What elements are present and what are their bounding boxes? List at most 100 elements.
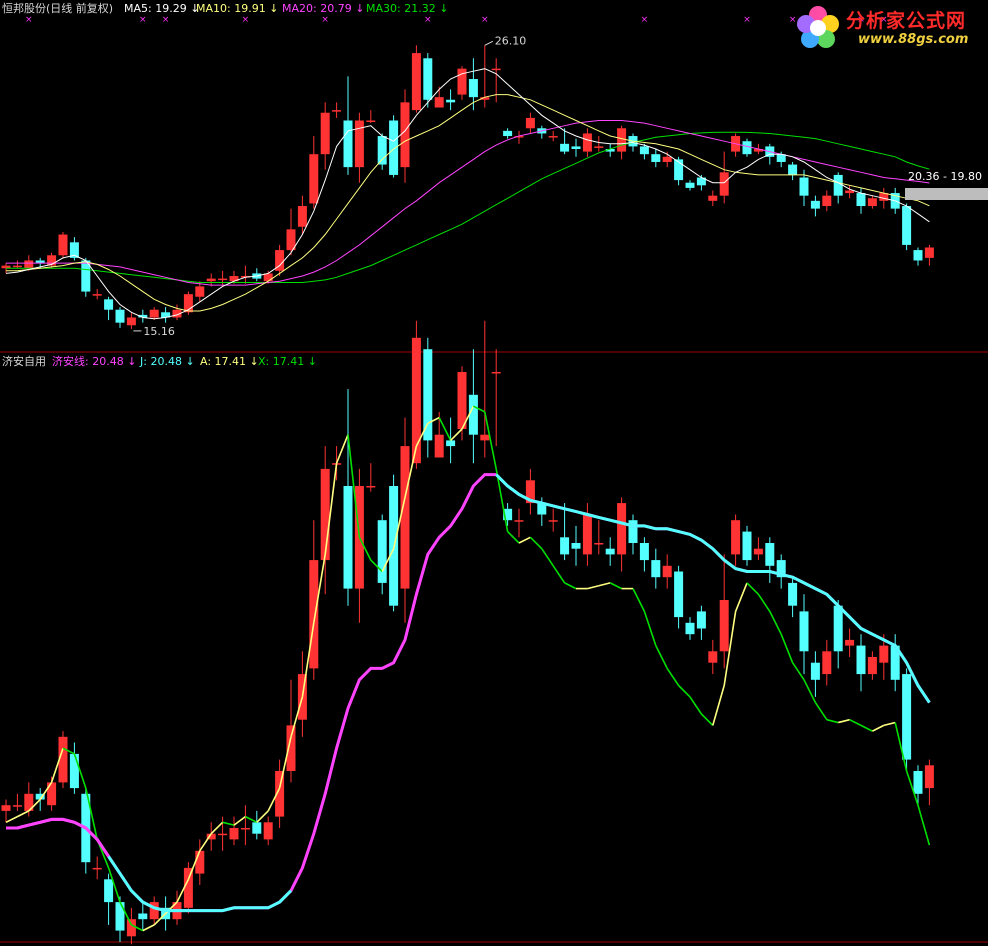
ax-line-segment xyxy=(883,721,896,727)
bottom-candle xyxy=(822,651,832,675)
top-candle xyxy=(446,99,456,103)
top-candle xyxy=(833,174,843,196)
bottom-candle xyxy=(617,503,627,555)
bottom-candle xyxy=(457,372,467,429)
ax-line-segment xyxy=(791,662,805,681)
top-candle xyxy=(708,195,718,201)
top-candle xyxy=(411,53,421,111)
bottom-candle xyxy=(229,828,239,840)
top-candle xyxy=(491,68,501,71)
bottom-candle xyxy=(12,805,22,807)
ax-line-segment xyxy=(860,724,873,732)
legend-x: X: 17.41 ↓ xyxy=(258,355,317,368)
ax-line-segment xyxy=(587,584,599,590)
bottom-candle xyxy=(731,520,741,555)
legend-ma10-name: MA10 xyxy=(196,2,227,15)
ax-line-segment xyxy=(541,548,554,567)
legend-ma20-value: 20.79 xyxy=(320,2,352,15)
bottom-candle xyxy=(708,651,718,663)
legend-ma10-sep: : xyxy=(227,2,234,15)
top-candle xyxy=(400,102,410,168)
top-candle xyxy=(468,79,478,98)
bottom-candle xyxy=(263,822,273,840)
top-candle xyxy=(206,278,216,282)
top-candle xyxy=(434,97,444,108)
flower-icon xyxy=(797,6,839,48)
ax-line-segment xyxy=(666,667,680,686)
top-legend: 恒邦股份(日线 前复权) MA5: 19.29 ↓ MA10: 19.91 ↓ … xyxy=(2,1,449,15)
top-candle xyxy=(320,112,330,155)
top-candle xyxy=(594,146,604,148)
top-candle xyxy=(742,141,752,155)
top-candle xyxy=(662,156,672,162)
ma10-line xyxy=(6,94,930,312)
legend-a: A: 17.41 ↓ xyxy=(200,355,259,368)
top-candle xyxy=(902,206,912,245)
bottom-candle xyxy=(867,657,877,675)
legend-j-value: 20.48 xyxy=(150,355,182,368)
ax-line-segment xyxy=(803,679,817,703)
bottom-candle xyxy=(719,600,729,652)
ax-line-segment xyxy=(712,685,725,726)
top-candle xyxy=(867,198,877,207)
top-candle xyxy=(115,309,125,323)
legend-x-value: 17.41 xyxy=(273,355,305,368)
bottom-candle xyxy=(400,446,410,589)
signal-marker: × xyxy=(321,15,329,25)
top-candle xyxy=(788,164,798,175)
top-candle xyxy=(799,177,809,196)
top-candle xyxy=(571,146,581,150)
ax-line-segment xyxy=(142,924,155,932)
signal-marker: × xyxy=(25,15,33,25)
high-pointer xyxy=(484,40,494,46)
arrow-down-icon: ↓ xyxy=(436,2,449,15)
top-candle xyxy=(309,154,319,204)
top-candle xyxy=(126,317,136,326)
top-candle xyxy=(377,136,387,165)
top-candle xyxy=(924,247,934,258)
top-candle xyxy=(582,133,592,152)
bottom-candle xyxy=(252,822,262,834)
top-candle xyxy=(297,206,307,227)
bottom-candle xyxy=(902,674,912,760)
ax-line-segment xyxy=(256,810,269,823)
top-candle xyxy=(810,200,820,209)
ax-line-segment xyxy=(814,702,828,721)
jian-line xyxy=(6,473,931,913)
top-candle xyxy=(719,172,729,196)
top-candle xyxy=(218,278,228,281)
arrow-down-icon: ↓ xyxy=(246,355,259,368)
legend-jian-name: 济安线 xyxy=(52,354,85,368)
ax-line-segment xyxy=(655,645,668,669)
bottom-candle xyxy=(582,514,592,555)
top-candle xyxy=(639,146,649,155)
watermark-title: 分析家公式网 xyxy=(846,10,967,32)
bottom-candle xyxy=(605,548,615,555)
bottom-candle xyxy=(514,520,524,522)
bottom-candle xyxy=(104,879,114,903)
ax-line-segment xyxy=(222,821,235,826)
ax-line-segment xyxy=(780,633,794,663)
ax-line-segment xyxy=(335,434,349,464)
bottom-candle xyxy=(662,565,672,578)
ax-line-segment xyxy=(769,611,782,635)
ax-line-segment xyxy=(643,611,657,646)
top-candle xyxy=(548,136,558,138)
stock-chart[interactable]: ×××××××××××××26.1015.1620.36 - 19.80 xyxy=(0,0,988,946)
price-box xyxy=(905,188,988,200)
watermark-url: www.88gs.com xyxy=(858,32,969,47)
ax-line-segment xyxy=(689,696,703,715)
ax-line-segment xyxy=(564,582,577,590)
ax-line-segment xyxy=(450,428,463,441)
top-candle xyxy=(332,110,342,112)
bottom-candle xyxy=(788,582,798,606)
bottom-candle xyxy=(913,771,923,794)
bottom-candle xyxy=(480,434,490,441)
arrow-down-icon: ↓ xyxy=(304,355,317,368)
top-candle xyxy=(503,130,513,137)
ax-line-segment xyxy=(632,588,646,612)
top-candle xyxy=(12,265,22,268)
ax-line-segment xyxy=(245,815,258,824)
legend-ma10: MA10: 19.91 ↓ xyxy=(196,2,278,15)
ax-line-segment xyxy=(507,531,520,544)
